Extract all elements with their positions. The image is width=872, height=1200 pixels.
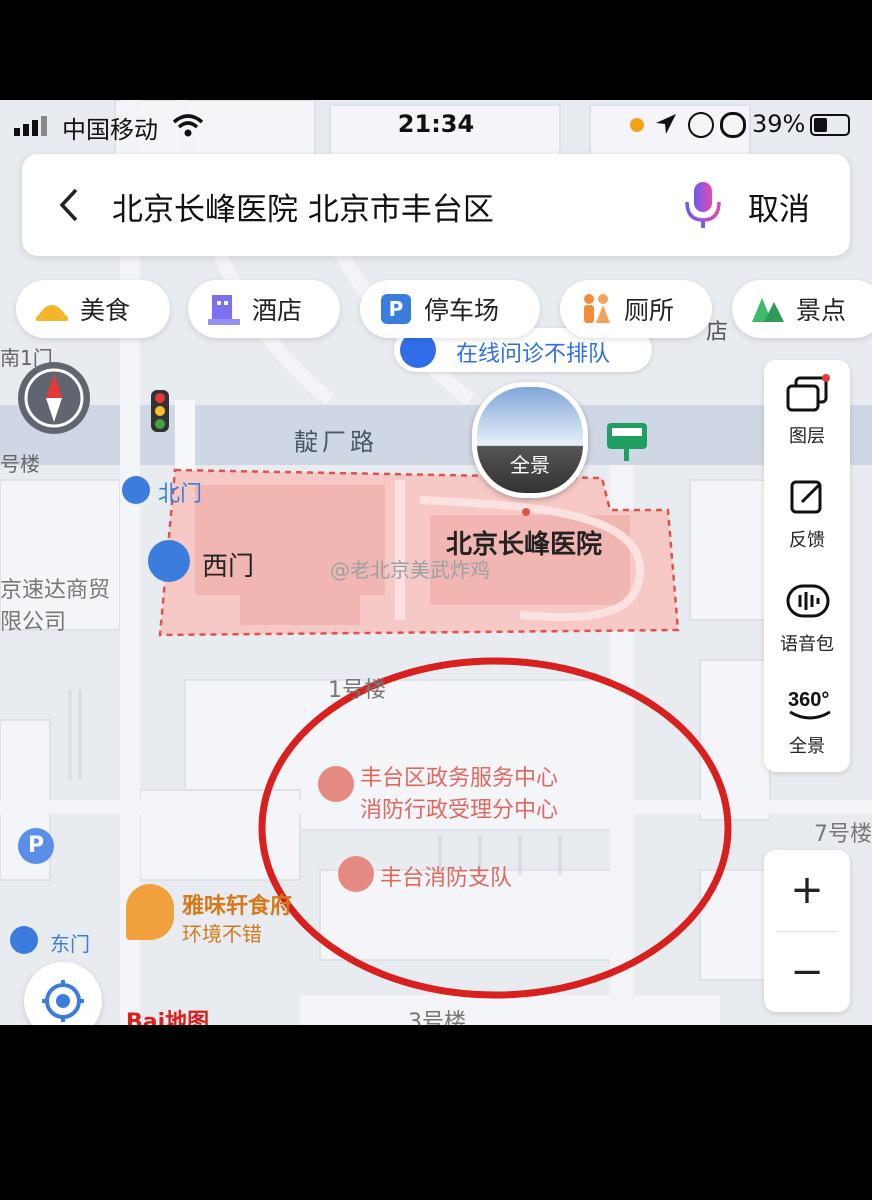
battery-level: 39% <box>752 110 806 138</box>
voice-pack-icon <box>786 584 830 618</box>
battery-icon <box>810 114 850 136</box>
feedback-icon <box>790 480 822 514</box>
panorama-360-icon: 360° <box>788 689 831 720</box>
zoom-controls: + − <box>764 850 850 1012</box>
voice-pack-button[interactable]: 语音包 <box>764 568 850 668</box>
east-gate-label: 东门 <box>50 932 90 956</box>
chip-scenic-label: 景点 <box>796 296 847 325</box>
chip-scenic[interactable]: 景点 <box>732 280 872 338</box>
feedback-button[interactable]: 反馈 <box>764 464 850 564</box>
gate-icon <box>10 926 38 954</box>
cancel-button[interactable]: 取消 <box>748 184 810 229</box>
consult-banner-label: 在线问诊不排队 <box>456 342 611 367</box>
building-1-label: 1号楼 <box>328 678 386 703</box>
chip-food[interactable]: 美食 <box>16 280 170 338</box>
gov-center-label-line2: 消防行政受理分中心 <box>360 798 559 823</box>
chevron-left-icon[interactable] <box>52 180 88 230</box>
gate-icon <box>122 476 150 504</box>
restaurant-icon <box>126 884 174 940</box>
gov-center-icon <box>318 766 354 802</box>
road-label: 靛厂路 <box>294 428 378 456</box>
parking-icon: P <box>380 293 412 325</box>
alarm-icon <box>720 112 746 138</box>
building-7-label: 7号楼 <box>814 822 872 847</box>
traffic-light-icon <box>151 390 169 432</box>
chip-hotel-label: 酒店 <box>252 296 303 325</box>
chip-toilet[interactable]: 厕所 <box>560 280 712 338</box>
feedback-label: 反馈 <box>789 530 825 551</box>
company-label-line2: 限公司 <box>0 610 67 635</box>
restaurant-note: 环境不错 <box>182 922 262 946</box>
crosshair-icon <box>42 980 84 1022</box>
west-gate-label: 西门 <box>202 552 255 582</box>
scenic-icon <box>752 293 784 325</box>
toilet-icon <box>580 293 612 325</box>
hotel-icon <box>208 293 240 325</box>
zoom-in-button[interactable]: + <box>764 850 850 930</box>
svg-text:360°: 360° <box>788 689 829 711</box>
zoom-out-button[interactable]: − <box>764 932 850 1012</box>
search-bar[interactable]: 北京长峰医院 北京市丰台区 取消 <box>22 154 850 256</box>
hospital-pin-dot <box>522 508 530 516</box>
voice-pack-label: 语音包 <box>780 634 834 655</box>
map-app-screen: 南1门 号楼 靛厂路 在线问诊不排队 店 北门 西门 京速达商贸 限公司 北京长… <box>0 100 872 1025</box>
chip-food-label: 美食 <box>80 296 131 325</box>
status-bar: 中国移动 21:34 39% <box>0 100 872 150</box>
fire-brigade-icon <box>338 856 374 892</box>
layers-label: 图层 <box>789 426 825 447</box>
chip-toilet-label: 厕所 <box>624 296 675 325</box>
microphone-icon[interactable] <box>682 178 724 234</box>
panorama-button[interactable]: 360° 全景 <box>764 670 850 770</box>
panorama-thumbnail[interactable]: 全景 <box>472 382 588 498</box>
chip-parking-label: 停车场 <box>424 296 500 325</box>
map-tools-panel: 图层 反馈 语音包 360° 全景 <box>764 360 850 772</box>
photo-border-bottom <box>0 1025 872 1200</box>
chip-hotel[interactable]: 酒店 <box>188 280 340 338</box>
search-query[interactable]: 北京长峰医院 北京市丰台区 <box>112 184 494 229</box>
building-3-label: 3号楼 <box>408 1010 466 1025</box>
fire-brigade-label: 丰台消防支队 <box>380 866 513 891</box>
baidu-map-logo: Bai地图 <box>126 1010 210 1025</box>
orientation-lock-icon <box>688 112 714 138</box>
layers-icon <box>786 374 830 412</box>
chip-parking[interactable]: P 停车场 <box>360 280 540 338</box>
watermark: @老北京美武炸鸡 <box>330 558 490 582</box>
food-icon <box>36 293 68 325</box>
company-label-line1: 京速达商贸 <box>0 578 111 603</box>
locate-me-button[interactable] <box>24 962 102 1025</box>
gate-icon <box>148 540 190 582</box>
parking-poi-icon[interactable]: P <box>18 828 54 864</box>
layers-button[interactable]: 图层 <box>764 360 850 460</box>
map-label-building: 号楼 <box>0 452 40 476</box>
panorama-tool-label: 全景 <box>789 736 825 757</box>
restaurant-name: 雅味轩食府 <box>182 894 293 919</box>
map-label-south-gate: 南1门 <box>0 346 53 370</box>
location-dot-icon <box>630 118 644 132</box>
compass-icon[interactable] <box>18 362 90 434</box>
location-arrow-icon <box>656 114 676 134</box>
north-gate-label: 北门 <box>158 482 203 507</box>
gov-center-label-line1: 丰台区政务服务中心 <box>360 766 559 791</box>
panorama-label: 全景 <box>510 453 550 477</box>
